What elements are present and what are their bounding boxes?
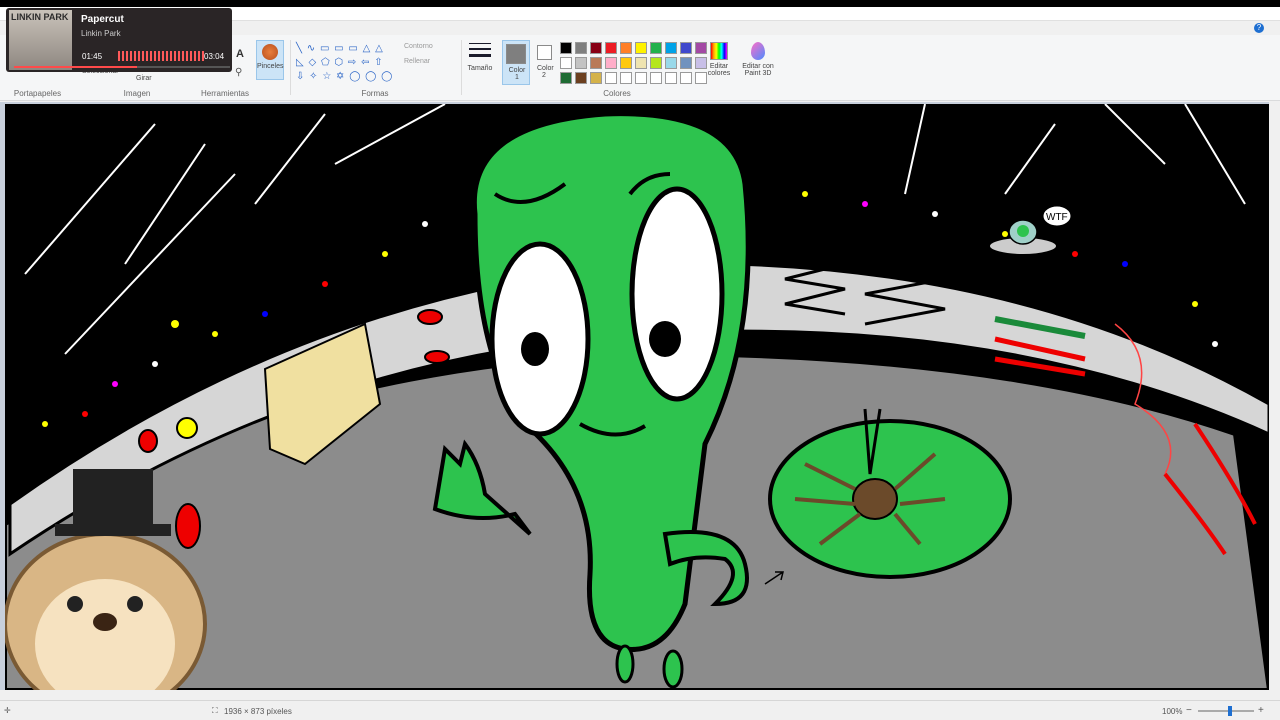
cursor-move-icon: ✛ [4, 706, 11, 715]
color2-swatch [536, 45, 552, 60]
zoom-level: 100% [1162, 707, 1183, 716]
palette-swatch[interactable] [620, 42, 632, 54]
palette-swatch[interactable] [560, 72, 572, 84]
progress-fill [14, 66, 138, 68]
palette-swatch[interactable] [590, 42, 602, 54]
group-label-tools: Herramientas [200, 89, 249, 98]
ufo-alien [1017, 225, 1029, 237]
group-label-image: Imagen [123, 89, 151, 98]
alien-left-pupil [521, 332, 549, 366]
alien-right-eye [629, 186, 725, 402]
outline-dropdown[interactable]: Contorno [404, 43, 433, 50]
top-hat [73, 469, 153, 529]
paint3d-icon [751, 42, 765, 60]
paint3d-button[interactable]: Editar con Paint 3D [738, 40, 778, 77]
palette-swatch[interactable] [575, 42, 587, 54]
palette-swatch[interactable] [560, 42, 572, 54]
hedgehog-nose [93, 613, 117, 631]
zoom-out-button[interactable]: − [1186, 705, 1192, 716]
panel-yellow-button [176, 417, 198, 439]
time-total: 03:04 [204, 52, 225, 61]
top-black-bar [0, 0, 1280, 7]
zoom-slider-thumb[interactable] [1228, 706, 1232, 716]
zoom-in-button[interactable]: + [1258, 705, 1264, 716]
palette-swatch[interactable] [605, 57, 617, 69]
song-artist: Linkin Park [81, 29, 121, 38]
separator [290, 40, 291, 95]
separator [461, 40, 462, 95]
size-lines-icon [469, 43, 491, 61]
group-label-shapes: Formas [361, 89, 389, 98]
time-elapsed: 01:45 [82, 52, 103, 61]
palette-swatch[interactable] [650, 42, 662, 54]
color2-button[interactable]: Color 2 [532, 40, 556, 79]
vertical-scrollbar[interactable] [1269, 102, 1280, 694]
top-hat-brim [55, 524, 171, 536]
alien-left-foot [615, 644, 635, 684]
rotate-button-label[interactable]: Girar [136, 75, 152, 82]
palette-swatch[interactable] [650, 72, 662, 84]
brush-icon [262, 44, 278, 60]
hedgehog-left-eye [67, 596, 83, 612]
palette-swatch[interactable] [680, 72, 692, 84]
alien-drawing: WTF [5, 104, 1269, 690]
group-label-clipboard: Portapapeles [13, 89, 62, 98]
palette-swatch[interactable] [605, 72, 617, 84]
hedgehog-right-eye [127, 596, 143, 612]
palette-swatch[interactable] [590, 72, 602, 84]
palette-swatch[interactable] [620, 57, 632, 69]
group-label-colors: Colores [603, 89, 631, 98]
alien-right-pupil [649, 321, 681, 357]
palette-swatch[interactable] [560, 57, 572, 69]
wtf-text: WTF [1046, 212, 1068, 223]
fill-dropdown[interactable]: Rellenar [404, 58, 430, 65]
palette-swatch[interactable] [680, 42, 692, 54]
palette-swatch[interactable] [575, 72, 587, 84]
color1-button[interactable]: Color 1 [502, 40, 530, 85]
music-player[interactable]: LINKIN PARK Papercut Linkin Park 01:45 0… [6, 8, 232, 72]
status-bar: ✛ ⛶ 1936 × 873 píxeles 100% − + [0, 700, 1280, 720]
color-spectrum-icon [710, 42, 728, 60]
progress-bar[interactable] [14, 66, 230, 68]
alien-right-foot [662, 649, 684, 689]
brushes-button[interactable]: Pinceles [256, 40, 284, 80]
help-icon[interactable]: ? [1254, 23, 1264, 33]
album-cover-text: LINKIN PARK [11, 12, 69, 22]
magnifier-icon[interactable]: ⚲ [235, 67, 242, 78]
canvas-dimensions: 1936 × 873 píxeles [224, 707, 292, 716]
zoom-slider[interactable] [1198, 710, 1254, 712]
size-button[interactable]: Tamaño [466, 40, 494, 72]
palette-swatch[interactable] [590, 57, 602, 69]
palette-swatch[interactable] [665, 72, 677, 84]
spider-body [852, 478, 898, 520]
edit-colors-button[interactable]: Editar colores [706, 40, 732, 77]
drawing-canvas[interactable]: WTF [5, 104, 1269, 690]
palette-swatch[interactable] [650, 57, 662, 69]
palette-swatch[interactable] [575, 57, 587, 69]
audio-waveform [118, 51, 204, 61]
palette-swatch[interactable] [605, 42, 617, 54]
album-cover: LINKIN PARK [9, 10, 72, 70]
palette-swatch[interactable] [665, 57, 677, 69]
palette-swatch[interactable] [680, 57, 692, 69]
shapes-gallery[interactable]: ╲ ∿ ▭ ▭ ▭ △ △ ◺ ◇ ⬠ ⬡ ⇨ ⇦ ⇧ ⇩ ✧ ☆ ✡ ◯ ◯ ◯ [296, 42, 396, 84]
palette-swatch[interactable] [620, 72, 632, 84]
color1-swatch [506, 44, 526, 64]
palette-swatch[interactable] [635, 57, 647, 69]
palette-swatch[interactable] [635, 72, 647, 84]
canvas-size-icon: ⛶ [212, 706, 218, 715]
palette-swatch[interactable] [665, 42, 677, 54]
song-title: Papercut [81, 14, 124, 25]
horizontal-scrollbar[interactable] [0, 690, 1280, 700]
palette-swatch[interactable] [635, 42, 647, 54]
text-tool-icon[interactable]: A [236, 48, 244, 60]
